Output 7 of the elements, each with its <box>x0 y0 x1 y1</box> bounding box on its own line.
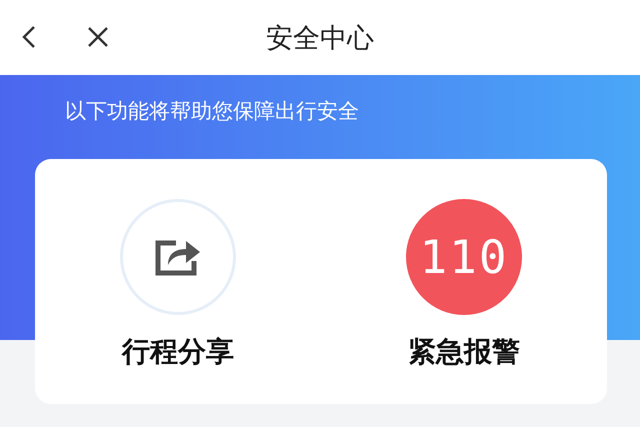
back-icon[interactable] <box>22 25 36 49</box>
action-label: 紧急报警 <box>408 334 520 370</box>
close-icon[interactable] <box>87 26 109 48</box>
subtitle-text: 以下功能将帮助您保障出行安全 <box>64 98 360 125</box>
page-title: 安全中心 <box>266 22 374 56</box>
emergency-call-button[interactable]: 110 <box>406 199 522 315</box>
action-label: 行程分享 <box>122 334 234 370</box>
